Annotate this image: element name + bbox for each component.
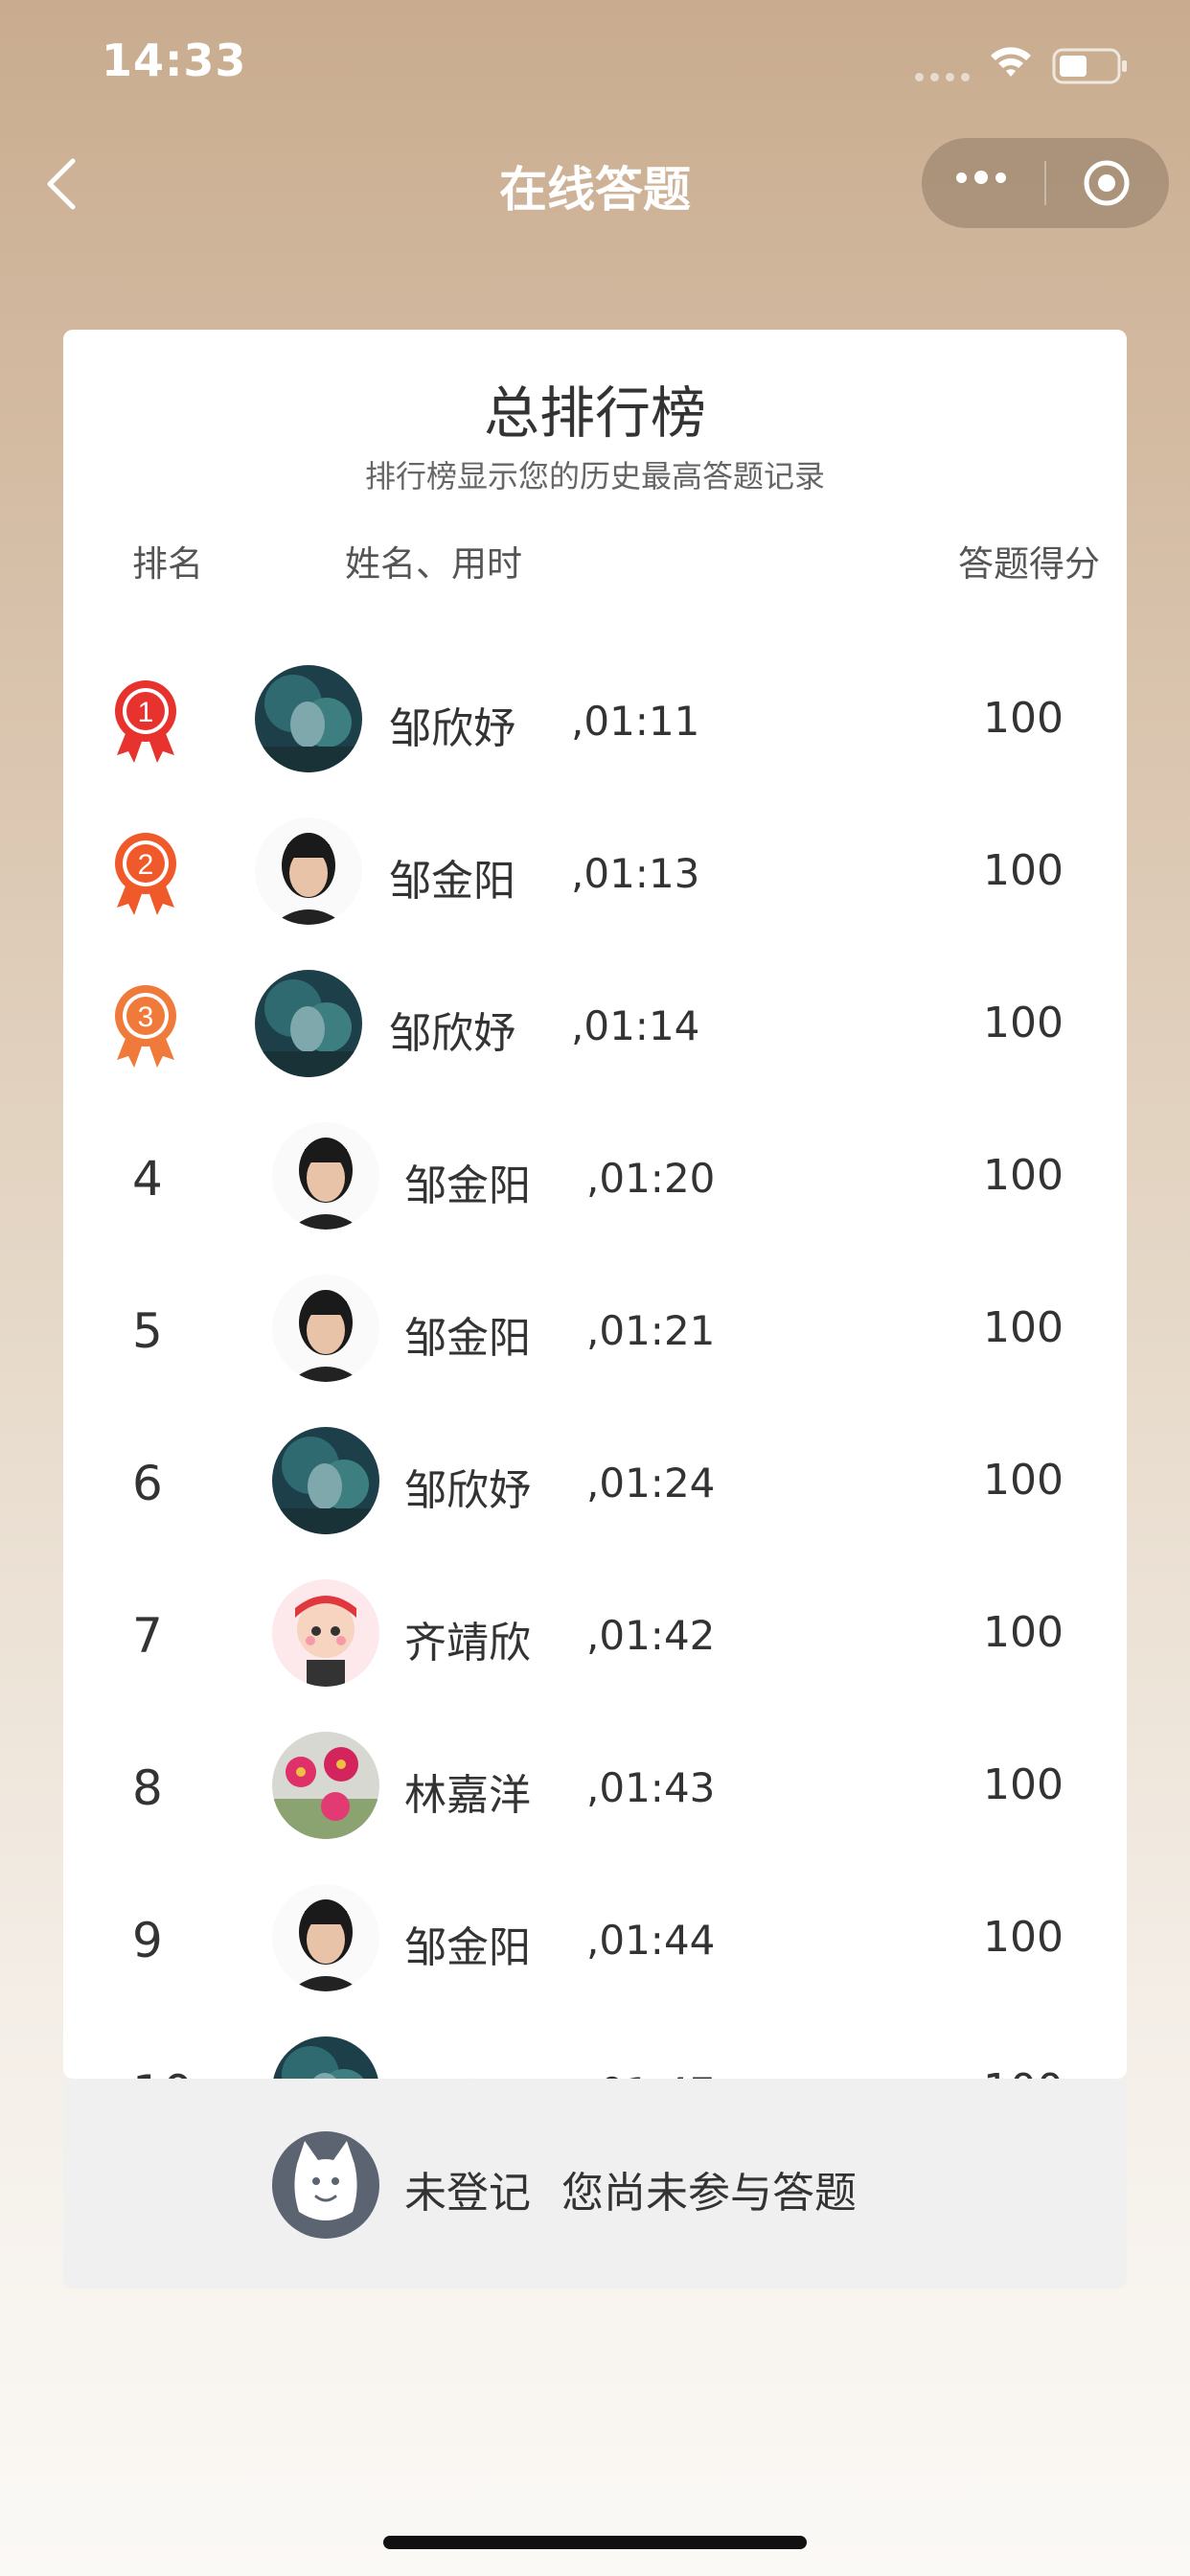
player-score: 100	[983, 846, 1064, 895]
silver-medal-icon: 2	[115, 833, 176, 915]
leaderboard-row: 6 邹欣妤 ,01:24 100	[63, 1408, 1127, 1560]
wifi-icon	[991, 47, 1031, 77]
player-score: 100	[983, 1608, 1064, 1657]
status-bar: 14:33	[0, 0, 1190, 125]
name-time-column-header: 姓名、用时	[345, 543, 522, 585]
player-name: 邹金阳	[404, 1314, 531, 1363]
my-status-label: 未登记	[404, 2169, 531, 2218]
leaderboard-row: 2 邹金阳 ,01:13 100	[63, 798, 1127, 951]
player-name: 邹欣妤	[389, 704, 515, 753]
bronze-medal-icon: 3	[115, 985, 176, 1068]
player-name: 林嘉洋	[404, 1771, 531, 1820]
avatar	[272, 1884, 379, 1991]
leaderboard-row: 8 林嘉洋 ,01:43 100	[63, 1713, 1127, 1865]
rank-number: 10	[132, 2065, 194, 2079]
player-time: ,01:24	[586, 1460, 716, 1506]
cellular-signal-icon	[915, 73, 970, 81]
leaderboard-row: 4 邹金阳 ,01:20 100	[63, 1103, 1127, 1255]
my-record-message: 您尚未参与答题	[561, 2169, 857, 2218]
player-score: 100	[983, 1760, 1064, 1809]
close-miniprogram-icon[interactable]	[1083, 159, 1131, 207]
battery-icon	[1052, 48, 1127, 84]
player-score: 100	[983, 1303, 1064, 1352]
mini-program-capsule	[922, 138, 1169, 228]
status-time: 14:33	[102, 34, 247, 86]
rank-number: 4	[132, 1151, 163, 1207]
avatar	[272, 1579, 379, 1687]
leaderboard-list[interactable]: 1 邹欣妤 ,01:11 100 2 邹金阳 ,01:13 100 3 邹欣妤 …	[63, 646, 1127, 2079]
leaderboard-row: 9 邹金阳 ,01:44 100	[63, 1865, 1127, 2017]
player-name: 邹金阳	[404, 1923, 531, 1972]
avatar	[272, 1122, 379, 1230]
my-record-bar: 未登记 您尚未参与答题	[63, 2080, 1127, 2288]
rank-number: 8	[132, 1760, 163, 1816]
player-name: 邹金阳	[404, 1162, 531, 1210]
player-time: ,01:44	[586, 1917, 716, 1964]
player-time: ,01:21	[586, 1307, 716, 1354]
player-score: 100	[983, 999, 1064, 1047]
leaderboard-row: 1 邹欣妤 ,01:11 100	[63, 646, 1127, 798]
leaderboard-subtitle: 排行榜显示您的历史最高答题记录	[364, 458, 825, 494]
avatar	[255, 817, 362, 925]
player-name: 邹欣妤	[404, 1466, 531, 1515]
default-avatar-icon	[272, 2131, 379, 2239]
rank-column-header: 排名	[132, 543, 203, 585]
player-time: ,01:13	[571, 850, 700, 897]
leaderboard-title: 总排行榜	[483, 380, 706, 446]
player-score: 100	[983, 1151, 1064, 1200]
avatar	[255, 665, 362, 772]
leaderboard-row: 7 齐靖欣 ,01:42 100	[63, 1560, 1127, 1713]
leaderboard-card: 总排行榜 排行榜显示您的历史最高答题记录 排名 姓名、用时 答题得分 1 邹欣妤…	[63, 330, 1127, 2079]
avatar	[272, 2036, 379, 2079]
player-name: 邹欣妤	[404, 2065, 531, 2079]
more-icon[interactable]	[956, 171, 1006, 184]
avatar	[255, 970, 362, 1077]
player-time: ,01:43	[586, 1764, 716, 1811]
player-name: 邹欣妤	[389, 1009, 515, 1058]
leaderboard-row: 3 邹欣妤 ,01:14 100	[63, 951, 1127, 1103]
player-time: ,01:11	[571, 698, 700, 745]
player-score: 100	[983, 1456, 1064, 1505]
player-name: 齐靖欣	[404, 1619, 531, 1668]
home-indicator[interactable]	[383, 2536, 807, 2549]
player-time: ,01:14	[571, 1002, 700, 1049]
gold-medal-icon: 1	[115, 680, 176, 763]
rank-number: 5	[132, 1303, 163, 1359]
player-score: 100	[983, 1913, 1064, 1962]
player-score: 100	[983, 2065, 1064, 2079]
rank-number: 6	[132, 1456, 163, 1511]
medal-rank-label: 1	[138, 697, 154, 728]
score-column-header: 答题得分	[958, 543, 1100, 585]
player-score: 100	[983, 694, 1064, 743]
rank-number: 9	[132, 1913, 163, 1968]
leaderboard-row: 10 邹欣妤 ,01:47 100	[63, 2017, 1127, 2079]
leaderboard-row: 5 邹金阳 ,01:21 100	[63, 1255, 1127, 1408]
player-name: 邹金阳	[389, 857, 515, 906]
avatar	[272, 1427, 379, 1534]
medal-rank-label: 3	[138, 1001, 154, 1033]
capsule-divider	[1044, 161, 1046, 205]
medal-rank-label: 2	[138, 849, 154, 881]
player-time: ,01:47	[586, 2069, 715, 2079]
avatar	[272, 1275, 379, 1382]
player-time: ,01:42	[586, 1612, 716, 1659]
rank-number: 7	[132, 1608, 163, 1664]
avatar	[272, 1732, 379, 1839]
player-time: ,01:20	[586, 1155, 716, 1202]
